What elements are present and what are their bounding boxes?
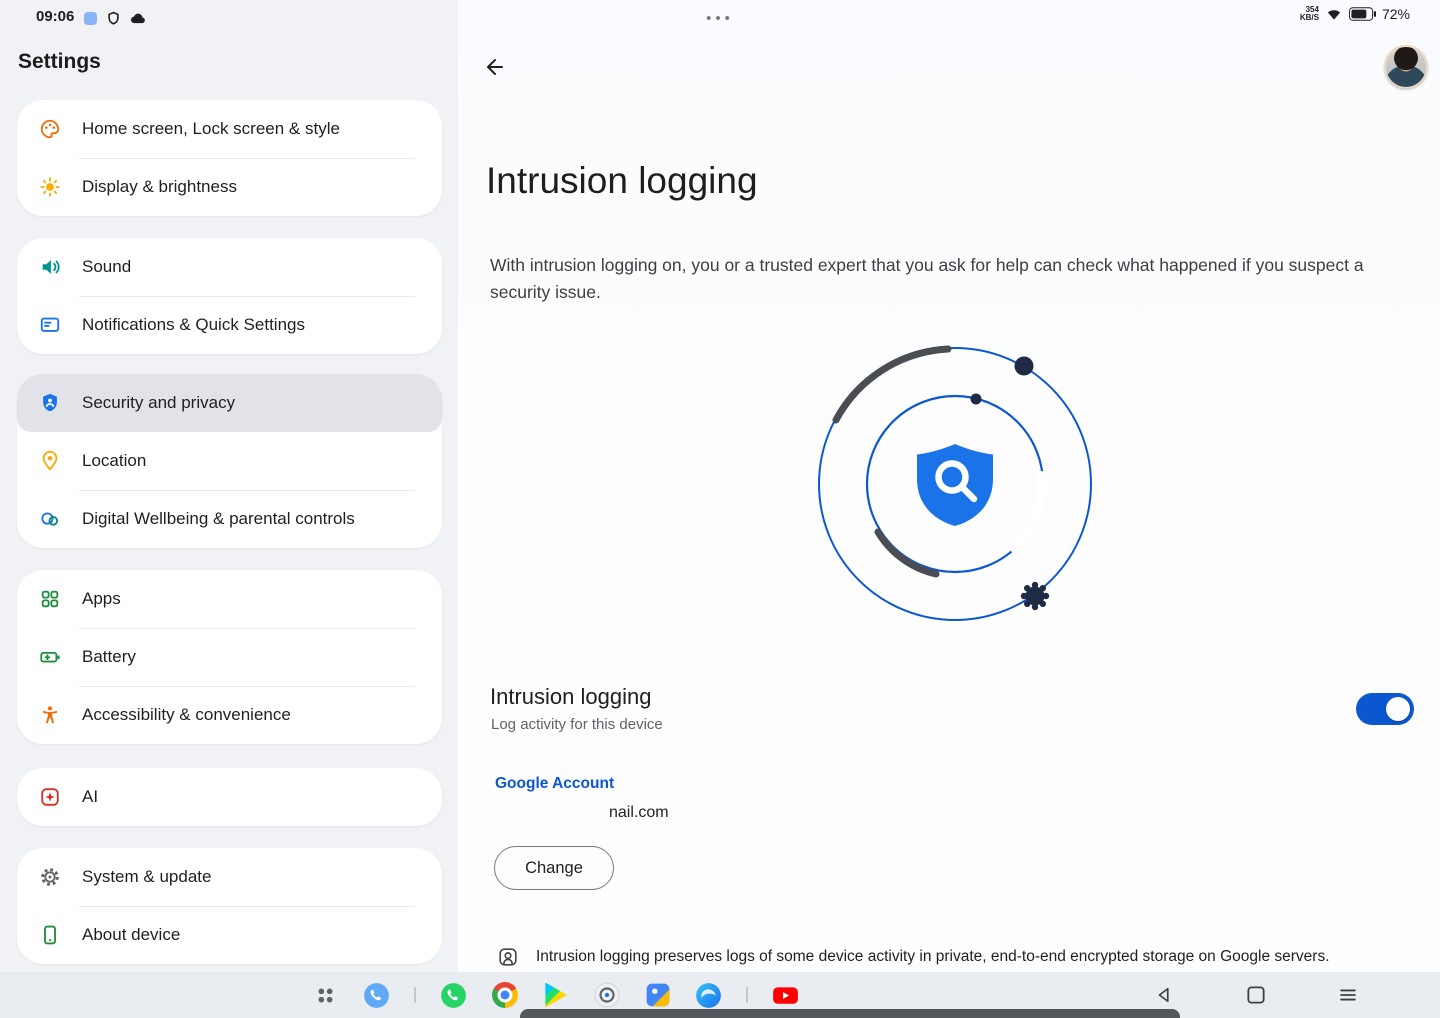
vpn-shield-icon (106, 11, 121, 26)
sidebar-item-label: Notifications & Quick Settings (82, 315, 305, 335)
whatsapp-icon[interactable] (440, 982, 467, 1009)
location-pin-icon (38, 449, 62, 473)
notifications-icon (38, 313, 62, 337)
palette-icon (38, 117, 62, 141)
phone-app-icon[interactable] (363, 982, 390, 1009)
nav-menu-icon[interactable] (1336, 983, 1360, 1007)
sidebar-item-label: Sound (82, 257, 131, 277)
sidebar-item-ai[interactable]: AI (17, 768, 442, 826)
sidebar-item-display-brightness[interactable]: Display & brightness (17, 158, 442, 216)
sidebar-item-security-and-privacy[interactable]: Security and privacy (17, 374, 442, 432)
wifi-icon (1325, 6, 1343, 22)
sidebar-group: Security and privacy Location Digital Well… (17, 374, 442, 548)
sidebar-item-label: Battery (82, 647, 136, 667)
sidebar-item-apps[interactable]: Apps (17, 570, 442, 628)
sidebar-group: AI (17, 768, 442, 826)
footer-note: Intrusion logging preserves logs of some… (497, 946, 1330, 968)
sidebar-item-label: Apps (82, 589, 121, 609)
intrusion-logging-panel: Intrusion logging With intrusion logging… (458, 0, 1440, 972)
page-description: With intrusion logging on, you or a trus… (490, 252, 1370, 305)
intrusion-logging-toggle[interactable] (1356, 693, 1414, 725)
browser-app-icon[interactable] (695, 982, 722, 1009)
settings-sidebar: Settings Home screen, Lock screen & styl… (0, 0, 458, 1018)
sidebar-item-label: Display & brightness (82, 177, 237, 197)
page-title: Intrusion logging (486, 160, 758, 202)
youtube-icon[interactable] (772, 982, 799, 1009)
sidebar-item-label: Security and privacy (82, 393, 235, 413)
battery-percent: 72% (1382, 6, 1410, 22)
account-email: nail.com (609, 804, 669, 822)
sidebar-item-accessibility-convenience[interactable]: Accessibility & convenience (17, 686, 442, 744)
intrusion-logging-label: Intrusion logging (490, 684, 651, 710)
sidebar-item-about-device[interactable]: About device (17, 906, 442, 964)
sidebar-item-label: System & update (82, 867, 211, 887)
security-scan-illustration (815, 344, 1095, 624)
wellbeing-icon (38, 507, 62, 531)
security-shield-icon (38, 391, 62, 415)
system-status-icons: 354 KB/S 72% (1300, 6, 1410, 22)
accessibility-icon (38, 703, 62, 727)
sidebar-item-location[interactable]: Location (17, 432, 442, 490)
notification-icons (84, 10, 147, 27)
clock: 09:06 (36, 8, 74, 25)
account-avatar[interactable] (1384, 45, 1428, 89)
gear-icon (38, 865, 62, 889)
nav-back-icon[interactable] (1152, 983, 1176, 1007)
sidebar-item-label: Accessibility & convenience (82, 705, 291, 725)
network-speed: 354 KB/S (1300, 6, 1319, 22)
google-account-link[interactable]: Google Account (495, 775, 614, 793)
gallery-app-icon[interactable] (644, 982, 671, 1009)
battery-side-icon (38, 645, 62, 669)
back-button[interactable] (478, 50, 512, 84)
phone-device-icon (38, 923, 62, 947)
sidebar-item-label: Location (82, 451, 146, 471)
status-bar: 09:06 ••• 354 KB/S 72% (0, 0, 1440, 35)
orbit-dot-icon (1015, 357, 1034, 376)
sidebar-title: Settings (18, 50, 101, 74)
shield-search-icon (917, 444, 993, 526)
sidebar-item-system-update[interactable]: System & update (17, 848, 442, 906)
dock-divider (746, 987, 748, 1003)
sidebar-item-digital-wellbeing-parental-controls[interactable]: Digital Wellbeing & parental controls (17, 490, 442, 548)
intrusion-logging-sublabel: Log activity for this device (491, 716, 663, 733)
lens-app-icon[interactable] (593, 982, 620, 1009)
sim-icon (84, 12, 97, 25)
brightness-icon (38, 175, 62, 199)
sound-icon (38, 255, 62, 279)
chrome-icon[interactable] (491, 982, 518, 1009)
nav-home-icon[interactable] (1244, 983, 1268, 1007)
encrypted-storage-icon (497, 946, 519, 968)
cloud-icon (130, 10, 147, 27)
sidebar-item-label: Digital Wellbeing & parental controls (82, 509, 355, 529)
background-window-edge (520, 1009, 1180, 1018)
sidebar-item-label: AI (82, 787, 98, 807)
window-drag-handle[interactable]: ••• (706, 10, 734, 27)
sidebar-item-label: About device (82, 925, 180, 945)
sidebar-group: Sound Notifications & Quick Settings (17, 238, 442, 354)
footer-note-text: Intrusion logging preserves logs of some… (536, 946, 1330, 968)
ai-icon (38, 785, 62, 809)
change-account-button[interactable]: Change (494, 846, 614, 890)
sidebar-item-home-screen-lock-screen-style[interactable]: Home screen, Lock screen & style (17, 100, 442, 158)
sidebar-group: Apps Battery Accessibility & convenience (17, 570, 442, 744)
orbit-gear-icon (1021, 582, 1049, 610)
sidebar-item-notifications-quick-settings[interactable]: Notifications & Quick Settings (17, 296, 442, 354)
battery-status-icon (1349, 7, 1376, 21)
back-arrow-icon (483, 55, 507, 79)
apps-grid-icon (38, 587, 62, 611)
toggle-thumb (1386, 697, 1410, 721)
sidebar-item-battery[interactable]: Battery (17, 628, 442, 686)
sidebar-group: System & update About device (17, 848, 442, 964)
sidebar-group: Home screen, Lock screen & style Display … (17, 100, 442, 216)
play-store-icon[interactable] (542, 982, 569, 1009)
sidebar-item-sound[interactable]: Sound (17, 238, 442, 296)
nav-buttons (1152, 972, 1360, 1018)
app-drawer-icon[interactable] (312, 982, 339, 1009)
tablet-screen: Settings Home screen, Lock screen & styl… (0, 0, 1440, 1018)
sidebar-item-label: Home screen, Lock screen & style (82, 119, 340, 139)
dock-divider (414, 987, 416, 1003)
